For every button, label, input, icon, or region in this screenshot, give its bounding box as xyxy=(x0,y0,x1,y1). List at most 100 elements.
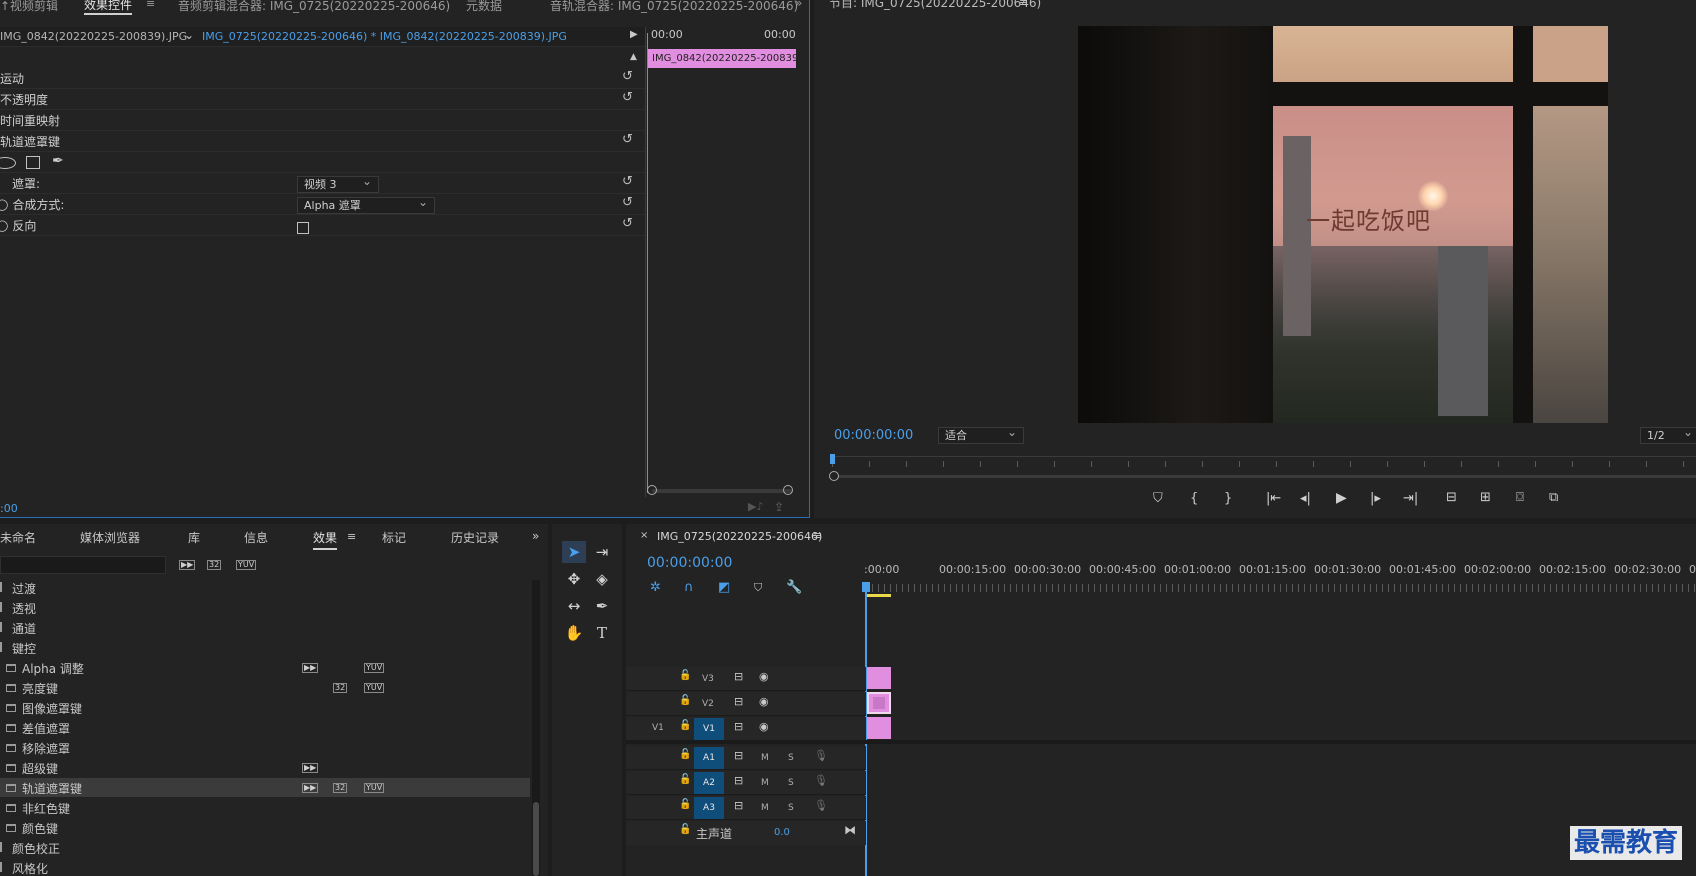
effect-item[interactable]: 轨道遮罩键 ▶▶ 32 YUV xyxy=(0,778,530,797)
effect-item[interactable]: 移除遮罩 xyxy=(0,738,530,757)
solo-button[interactable]: S xyxy=(788,803,794,813)
eye-icon[interactable]: ◉ xyxy=(759,720,769,733)
microphone-icon[interactable]: 🎙 xyxy=(814,749,828,762)
scrub-ruler[interactable] xyxy=(832,456,1696,468)
menu-icon[interactable]: ≡ xyxy=(347,530,356,543)
chevron-down-icon[interactable]: ⌄ xyxy=(184,28,194,42)
tab-libraries[interactable]: 库 xyxy=(188,529,200,546)
zoom-handle[interactable] xyxy=(829,471,839,481)
go-to-in-icon[interactable]: |⇤ xyxy=(1266,491,1281,506)
effects-search-input[interactable] xyxy=(0,556,166,574)
type-tool-icon[interactable]: T xyxy=(590,622,614,644)
scroll-handle-right[interactable] xyxy=(783,485,793,495)
overflow-icon[interactable]: » xyxy=(795,0,802,10)
effect-folder[interactable]: 颜色校正 xyxy=(0,838,530,857)
effect-track-matte[interactable]: 轨道遮罩键 xyxy=(0,132,645,152)
clip-v2[interactable] xyxy=(867,692,891,714)
pen-tool-icon[interactable]: ✒ xyxy=(590,595,614,617)
32bit-filter-icon[interactable]: 32 xyxy=(207,560,222,570)
tab-history[interactable]: 历史记录 xyxy=(451,529,499,546)
reset-icon[interactable]: ↺ xyxy=(622,69,633,84)
effect-item[interactable]: 颜色键 xyxy=(0,818,530,837)
sequence-clip-name[interactable]: IMG_0725(20220225-200646) * IMG_0842(202… xyxy=(202,30,567,43)
ellipse-mask-icon[interactable] xyxy=(0,157,16,169)
add-marker-icon[interactable]: ⛉ xyxy=(1153,491,1163,506)
mark-in-icon[interactable]: { xyxy=(1190,491,1198,506)
yuv-filter-icon[interactable]: YUV xyxy=(236,560,257,570)
scroll-up-icon[interactable]: ▲ xyxy=(630,52,637,62)
track-label[interactable]: V3 xyxy=(702,674,714,684)
zoom-bar[interactable] xyxy=(838,475,1696,478)
sync-lock-icon[interactable]: ⊟ xyxy=(734,799,743,812)
menu-icon[interactable]: ≡ xyxy=(1019,0,1028,9)
play-audio-icon[interactable]: ▶♪ xyxy=(748,500,763,513)
effect-folder[interactable]: 键控 xyxy=(0,638,530,657)
effect-item[interactable]: 图像遮罩键 xyxy=(0,698,530,717)
effect-folder[interactable]: 过渡 xyxy=(0,578,530,597)
lock-icon[interactable]: 🔓 xyxy=(679,720,691,731)
mute-button[interactable]: M xyxy=(761,803,769,813)
timeline-clip[interactable]: IMG_0842(20220225-200839) xyxy=(648,49,796,68)
composite-dropdown[interactable]: Alpha 遮罩 xyxy=(297,195,435,214)
tab-video-clip[interactable]: ↑视频剪辑 xyxy=(0,0,58,14)
resolution-dropdown[interactable]: 1/2 xyxy=(1640,425,1696,444)
sync-lock-icon[interactable]: ⊟ xyxy=(734,695,743,708)
tab-info[interactable]: 信息 xyxy=(244,529,268,546)
tree-scrollbar[interactable] xyxy=(532,580,540,876)
reset-icon[interactable]: ↺ xyxy=(622,132,633,147)
effect-motion[interactable]: 运动 xyxy=(0,69,645,89)
compare-icon[interactable]: ⧉ xyxy=(1549,490,1558,505)
reverse-checkbox[interactable] xyxy=(297,222,309,234)
scrub-playhead[interactable] xyxy=(830,454,835,464)
track-target-v1[interactable]: V1 xyxy=(694,718,724,740)
stopwatch-icon[interactable]: ◯ xyxy=(0,198,8,211)
lock-icon[interactable]: 🔓 xyxy=(679,824,691,835)
track-target-audio[interactable]: A2 xyxy=(694,772,724,794)
fit-dropdown[interactable]: 适合 xyxy=(938,425,1024,444)
accelerated-effects-icon[interactable]: ▶▶ xyxy=(179,560,196,570)
selection-tool-icon[interactable]: ➤ xyxy=(562,541,586,563)
reset-icon[interactable]: ↺ xyxy=(622,90,633,105)
effect-folder[interactable]: 透视 xyxy=(0,598,530,617)
clip-v1[interactable] xyxy=(867,717,891,739)
lift-icon[interactable]: ⊟ xyxy=(1446,490,1457,505)
source-clip-name[interactable]: IMG_0842(20220225-200839).JPG xyxy=(0,30,187,43)
track-target-audio[interactable]: A1 xyxy=(694,747,724,769)
work-area-bar[interactable] xyxy=(866,594,891,597)
microphone-icon[interactable]: 🎙 xyxy=(814,774,828,787)
tab-audio-clip-mixer[interactable]: 音频剪辑混合器: IMG_0725(20220225-200646) xyxy=(178,0,450,14)
camera-icon[interactable]: ⌼ xyxy=(1516,490,1524,505)
mute-button[interactable]: M xyxy=(761,753,769,763)
scroll-handle-left[interactable] xyxy=(647,485,657,495)
solo-button[interactable]: S xyxy=(788,778,794,788)
menu-icon[interactable]: ≡ xyxy=(146,0,155,10)
effect-item[interactable]: 差值遮罩 xyxy=(0,718,530,737)
ripple-edit-tool-icon[interactable]: ✥ xyxy=(562,568,586,590)
step-forward-icon[interactable]: |▸ xyxy=(1370,491,1381,506)
microphone-icon[interactable]: 🎙 xyxy=(814,799,828,812)
master-volume-value[interactable]: 0.0 xyxy=(774,827,790,838)
reset-icon[interactable]: ↺ xyxy=(622,174,633,189)
track-target-audio[interactable]: A3 xyxy=(694,797,724,819)
program-timecode[interactable]: 00:00:00:00 xyxy=(834,428,913,443)
reset-icon[interactable]: ↺ xyxy=(622,216,633,231)
matte-dropdown[interactable]: 视频 3 xyxy=(297,174,379,193)
tab-markers[interactable]: 标记 xyxy=(382,529,406,546)
tab-effect-controls[interactable]: 效果控件 xyxy=(84,0,133,15)
eye-icon[interactable]: ◉ xyxy=(759,670,769,683)
slip-tool-icon[interactable]: ↔ xyxy=(562,595,586,617)
track-label[interactable]: V2 xyxy=(702,699,714,709)
effect-folder[interactable]: 通道 xyxy=(0,618,530,637)
source-patch-label[interactable]: V1 xyxy=(652,723,664,733)
stopwatch-icon[interactable]: ◯ xyxy=(0,219,8,232)
zoom-scrollbar[interactable] xyxy=(652,489,792,493)
hand-tool-icon[interactable]: ✋ xyxy=(562,622,586,644)
lock-icon[interactable]: 🔓 xyxy=(679,774,691,785)
tab-audio-track-mixer[interactable]: 音轨混合器: IMG_0725(20220225-200646) xyxy=(550,0,798,14)
effect-item[interactable]: 亮度键 32 YUV xyxy=(0,678,530,697)
video-frame[interactable]: 一起吃饭吧 xyxy=(1078,26,1608,423)
play-icon[interactable]: ▶ xyxy=(1336,490,1347,506)
lock-icon[interactable]: 🔓 xyxy=(679,799,691,810)
sync-lock-icon[interactable]: ⊟ xyxy=(734,774,743,787)
tab-effects[interactable]: 效果 xyxy=(313,529,338,550)
